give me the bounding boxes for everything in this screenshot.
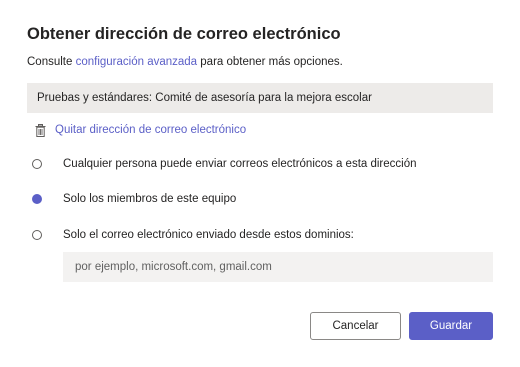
- option-anyone-label: Cualquier persona puede enviar correos e…: [63, 158, 417, 170]
- channel-email-address: Pruebas y estándares: Comité de asesoría…: [27, 83, 493, 113]
- save-button[interactable]: Guardar: [409, 312, 493, 340]
- radio-team-members-only[interactable]: [32, 194, 42, 204]
- remove-email-address-link[interactable]: Quitar dirección de correo electrónico: [35, 120, 246, 140]
- remove-email-address-label: Quitar dirección de correo electrónico: [55, 124, 247, 136]
- subtitle-suffix: para obtener más opciones.: [197, 56, 343, 68]
- option-specific-domains[interactable]: Solo el correo electrónico enviado desde…: [32, 226, 354, 244]
- cancel-button[interactable]: Cancelar: [310, 312, 401, 340]
- subtitle-prefix: Consulte: [27, 56, 76, 68]
- radio-anyone[interactable]: [32, 159, 42, 169]
- option-specific-domains-label: Solo el correo electrónico enviado desde…: [63, 229, 354, 241]
- advanced-settings-link[interactable]: configuración avanzada: [76, 56, 197, 68]
- trash-icon: [35, 123, 46, 137]
- dialog-subtitle: Consulte configuración avanzada para obt…: [27, 56, 343, 68]
- dialog-title: Obtener dirección de correo electrónico: [27, 25, 341, 43]
- option-anyone[interactable]: Cualquier persona puede enviar correos e…: [32, 155, 417, 173]
- radio-specific-domains[interactable]: [32, 230, 42, 240]
- option-team-members-only-label: Solo los miembros de este equipo: [63, 193, 237, 205]
- get-email-address-dialog: Obtener dirección de correo electrónico …: [0, 0, 520, 367]
- domains-input[interactable]: [63, 252, 493, 282]
- option-team-members-only[interactable]: Solo los miembros de este equipo: [32, 190, 236, 208]
